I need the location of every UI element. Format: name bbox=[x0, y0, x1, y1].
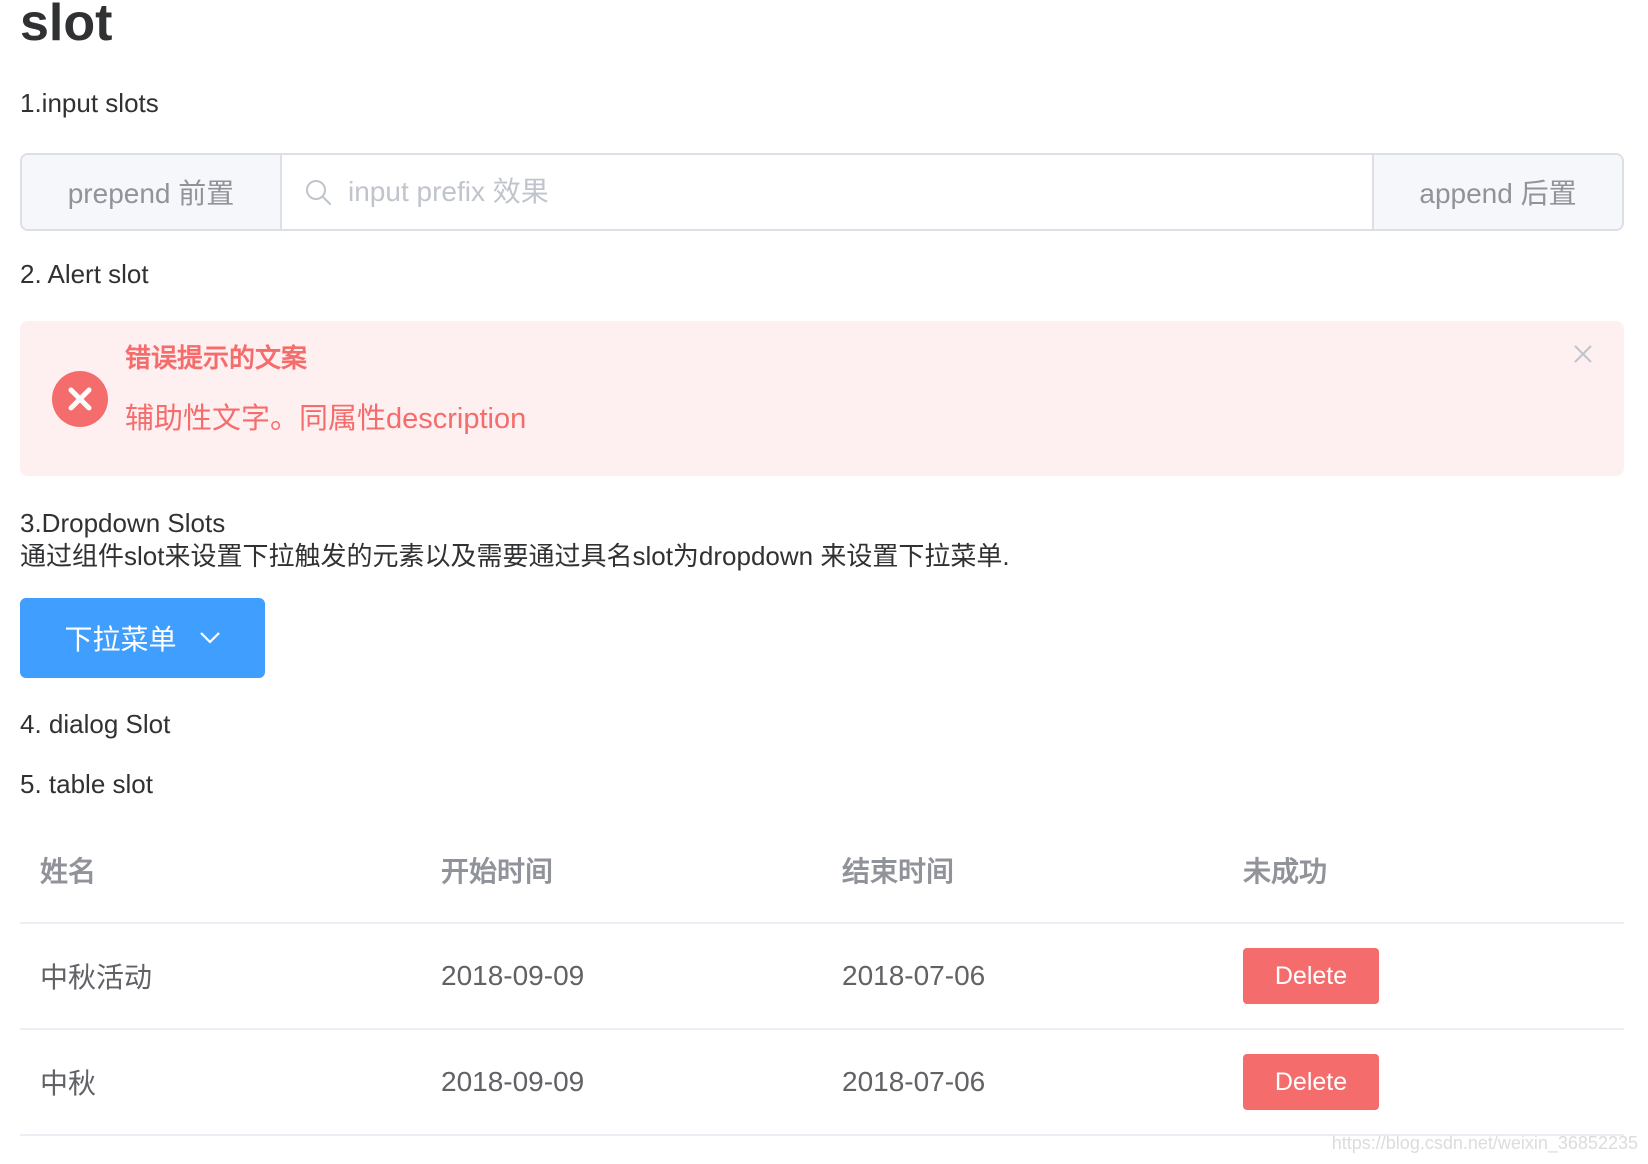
cell-name: 中秋活动 bbox=[40, 962, 153, 993]
section-label-dialog: 4. dialog Slot bbox=[20, 709, 171, 739]
input-prepend: prepend 前置 bbox=[22, 155, 282, 229]
alert-title: 错误提示的文案 bbox=[125, 343, 308, 373]
table-row: 中秋 2018-09-09 2018-07-06 Delete bbox=[20, 1030, 1624, 1136]
dropdown-button[interactable]: 下拉菜单 bbox=[20, 598, 265, 678]
cell-action: Delete bbox=[1223, 948, 1624, 1004]
alert-description: 辅助性文字。同属性description bbox=[125, 403, 527, 435]
error-circle-icon bbox=[52, 371, 108, 427]
prefix-input[interactable] bbox=[346, 175, 1250, 209]
cell-end: 2018-07-06 bbox=[842, 960, 986, 991]
section-label-table: 5. table slot bbox=[20, 769, 153, 799]
dropdown-label: 下拉菜单 bbox=[64, 624, 177, 655]
cell-start: 2018-09-09 bbox=[441, 960, 585, 991]
cell-start: 2018-09-09 bbox=[441, 1066, 585, 1097]
input-wrapper[interactable] bbox=[282, 155, 1372, 229]
table-row: 中秋活动 2018-09-09 2018-07-06 Delete bbox=[20, 924, 1624, 1030]
section-label-dropdown: 3.Dropdown Slots bbox=[20, 508, 226, 538]
cell-end: 2018-07-06 bbox=[842, 1066, 986, 1097]
section-dropdown-description: 通过组件slot来设置下拉触发的元素以及需要通过具名slot为dropdown … bbox=[20, 541, 1010, 571]
input-append: append 后置 bbox=[1372, 155, 1622, 229]
search-icon bbox=[306, 180, 331, 205]
cell-name: 中秋 bbox=[40, 1068, 97, 1099]
data-table: 姓名 开始时间 结束时间 未成功 中秋活动 2018-09-09 2018-07… bbox=[20, 818, 1624, 1136]
cell-action: Delete bbox=[1223, 1054, 1624, 1110]
error-alert: 错误提示的文案 辅助性文字。同属性description bbox=[20, 321, 1624, 476]
section-label-alert: 2. Alert slot bbox=[20, 259, 149, 289]
page-title: slot bbox=[20, 0, 113, 52]
page: slot 1.input slots prepend 前置 append 后置 … bbox=[0, 0, 1648, 1164]
column-header: 姓名 bbox=[40, 856, 97, 887]
input-group: prepend 前置 append 后置 bbox=[20, 153, 1624, 231]
delete-button[interactable]: Delete bbox=[1243, 948, 1379, 1004]
delete-button[interactable]: Delete bbox=[1243, 1054, 1379, 1110]
section-label-input: 1.input slots bbox=[20, 88, 159, 118]
column-header: 结束时间 bbox=[842, 856, 955, 887]
close-icon[interactable] bbox=[1572, 343, 1594, 365]
table-header-row: 姓名 开始时间 结束时间 未成功 bbox=[20, 818, 1624, 924]
watermark: https://blog.csdn.net/weixin_36852235 bbox=[1331, 1133, 1638, 1153]
chevron-down-icon bbox=[199, 632, 220, 644]
column-header: 开始时间 bbox=[441, 856, 554, 887]
column-header: 未成功 bbox=[1243, 856, 1328, 887]
